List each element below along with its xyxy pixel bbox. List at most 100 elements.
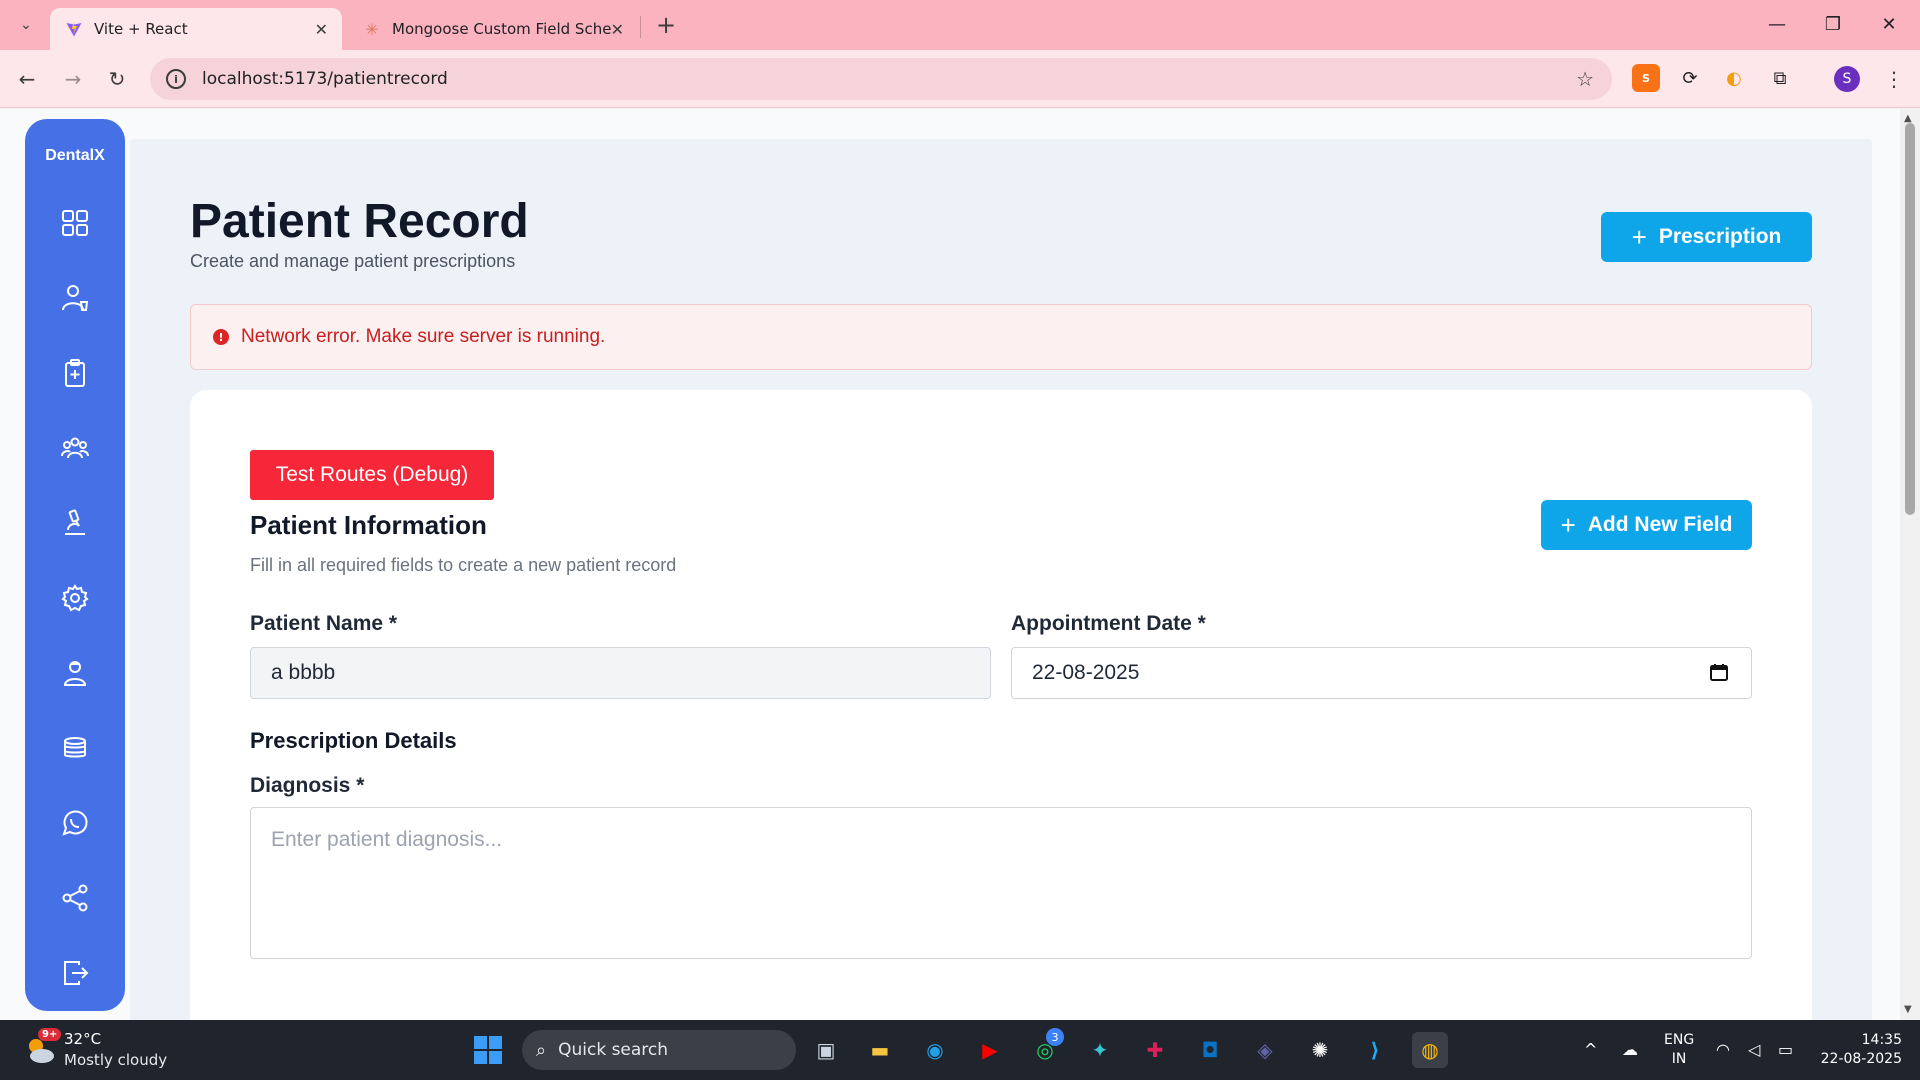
microscope-icon[interactable] [55,503,95,543]
add-new-field-button[interactable]: + Add New Field [1541,500,1752,550]
scrollbar-thumb[interactable] [1905,123,1915,515]
browser-tab-strip: ⌄ Vite + React ✕ ✳ Mongoose Custom Field… [0,0,1920,50]
browser-toolbar: ← → ↻ i localhost:5173/patientrecord ☆ S… [0,50,1920,108]
new-prescription-button[interactable]: + Prescription [1601,212,1812,262]
bookmark-star-icon[interactable]: ☆ [1576,67,1594,91]
extension-c-icon[interactable]: ◐ [1720,64,1748,92]
button-label: Add New Field [1587,513,1733,536]
url-text: localhost:5173/patientrecord [202,69,448,89]
appointment-date-label: Appointment Date * [1011,612,1206,635]
error-icon: ! [213,329,229,345]
tab-title: Vite + React [94,20,188,38]
youtube-icon[interactable]: ▶ [972,1032,1008,1068]
onedrive-icon[interactable]: ☁ [1622,1040,1638,1059]
clock-time: 14:35 [1861,1032,1902,1048]
close-tab-icon[interactable]: ✕ [315,20,328,39]
weather-badge: 9+ [38,1028,62,1041]
vite-icon [64,19,84,39]
windows-start-icon[interactable] [470,1032,506,1068]
tab-list-dropdown-icon[interactable]: ⌄ [10,10,42,40]
dashboard-icon[interactable] [55,203,95,243]
outlook-icon[interactable]: ◘ [1192,1032,1228,1068]
diagnosis-label: Diagnosis * [250,774,365,797]
extensions-puzzle-icon[interactable]: ⧉ [1766,64,1794,92]
clock[interactable]: 14:35 22-08-2025 [1818,1031,1902,1069]
tab-vite-react[interactable]: Vite + React ✕ [50,8,342,50]
weather-description: Mostly cloudy [64,1051,168,1069]
share-icon[interactable] [55,878,95,918]
battery-icon[interactable]: ▭ [1778,1040,1793,1059]
restore-icon[interactable]: ❐ [1810,8,1856,40]
calendar-icon[interactable] [1709,662,1729,682]
extension-skip-icon[interactable]: S [1632,64,1660,92]
extension-sync-icon[interactable]: ⟳ [1676,64,1704,92]
lang-line2: IN [1671,1051,1687,1067]
tab-title: Mongoose Custom Field Schem [392,20,611,38]
edge-icon[interactable]: ◉ [917,1032,953,1068]
page-title: Patient Record [190,195,529,248]
windows-taskbar: 9+ 32°C Mostly cloudy ⌕ Quick search ▣ ▬… [0,1020,1920,1080]
test-routes-debug-button[interactable]: Test Routes (Debug) [250,450,494,500]
prescription-details-title: Prescription Details [250,728,457,753]
brand-logo: DentalX [45,147,105,164]
chrome-icon[interactable]: ◍ [1412,1032,1448,1068]
patient-form-card: Test Routes (Debug) Patient Information … [190,390,1812,1020]
user-profile-icon[interactable] [55,653,95,693]
appointment-date-input[interactable]: 22-08-2025 [1011,647,1752,699]
claude-icon: ✳ [365,19,379,39]
minimize-icon[interactable]: — [1754,8,1800,40]
show-hidden-icons-icon[interactable]: ^ [1584,1040,1597,1059]
date-value: 22-08-2025 [1032,661,1140,684]
task-view-icon[interactable]: ▣ [808,1032,844,1068]
logout-icon[interactable] [55,953,95,993]
back-icon[interactable]: ← [10,62,44,96]
address-bar[interactable]: i localhost:5173/patientrecord ☆ [150,58,1612,100]
page-scrollbar[interactable]: ▲ ▼ [1900,109,1920,1020]
new-tab-button[interactable]: + [650,10,682,40]
patient-name-label: Patient Name * [250,612,398,635]
whatsapp-badge: 3 [1046,1028,1064,1046]
chatgpt-icon[interactable]: ✺ [1302,1032,1338,1068]
diagnosis-textarea[interactable]: Enter patient diagnosis... [250,807,1752,959]
sidebar: DentalX [25,119,125,1011]
error-alert: ! Network error. Make sure server is run… [190,304,1812,370]
error-message: Network error. Make sure server is runni… [241,326,606,347]
whatsapp-icon[interactable] [55,803,95,843]
profile-avatar[interactable]: S [1834,66,1860,92]
section-title: Patient Information [250,510,487,540]
scroll-down-icon[interactable]: ▼ [1904,1004,1912,1015]
group-icon[interactable] [55,428,95,468]
lang-line1: ENG [1664,1032,1695,1048]
button-label: Prescription [1658,225,1782,248]
clock-date: 22-08-2025 [1820,1051,1902,1067]
wifi-icon[interactable]: ◠ [1716,1040,1730,1059]
forward-icon[interactable]: → [56,62,90,96]
search-label: Quick search [558,1040,669,1060]
teams-icon[interactable]: ◈ [1247,1032,1283,1068]
tab-divider [640,16,641,38]
tab-mongoose[interactable]: ✳ Mongoose Custom Field Schem ✕ [348,8,638,50]
clipboard-medical-icon[interactable] [55,353,95,393]
volume-icon[interactable]: ◁ [1748,1040,1760,1059]
file-explorer-icon[interactable]: ▬ [862,1032,898,1068]
settings-gear-icon[interactable] [55,578,95,618]
site-info-icon[interactable]: i [166,69,186,89]
page-viewport: DentalX Patient Record Create and manage… [0,109,1900,1020]
close-window-icon[interactable]: ✕ [1866,8,1912,40]
plus-icon: + [1560,509,1576,540]
app-icon[interactable]: ✦ [1082,1032,1118,1068]
browser-menu-icon[interactable]: ⋮ [1882,62,1906,96]
search-icon: ⌕ [536,1039,547,1061]
slack-icon[interactable]: ✚ [1137,1032,1173,1068]
section-subtitle: Fill in all required fields to create a … [250,555,677,575]
weather-temperature: 32°C [64,1030,102,1048]
reload-icon[interactable]: ↻ [100,62,134,96]
vscode-icon[interactable]: ⟩ [1357,1032,1393,1068]
doctor-icon[interactable] [55,278,95,318]
language-indicator[interactable]: ENG IN [1664,1031,1694,1069]
main-content: Patient Record Create and manage patient… [130,139,1872,1020]
stack-icon[interactable] [55,728,95,768]
close-tab-icon[interactable]: ✕ [611,20,624,39]
taskbar-search[interactable]: ⌕ Quick search [522,1030,796,1070]
patient-name-input[interactable]: a bbbb [250,647,991,699]
